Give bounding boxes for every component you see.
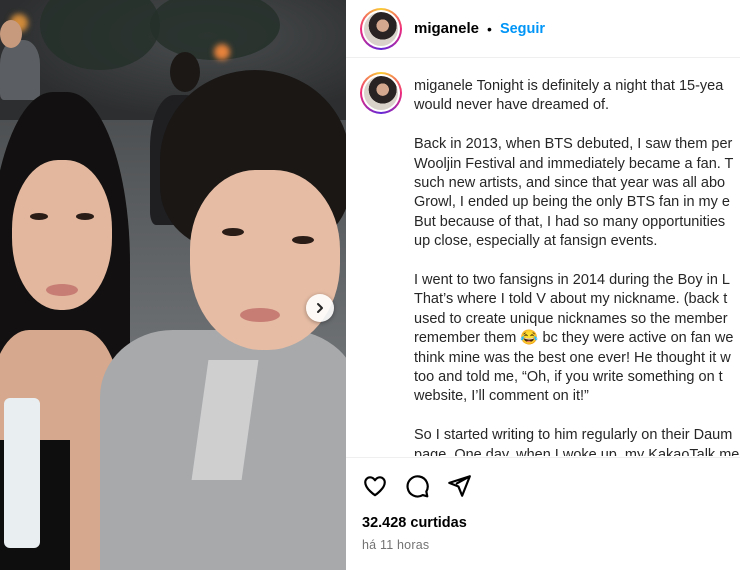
- avatar[interactable]: [360, 7, 402, 50]
- caption-line: Growl, I ended up being the only BTS fan…: [414, 194, 730, 211]
- share-icon: [448, 475, 471, 497]
- caption-line: [414, 252, 740, 271]
- username[interactable]: miganele: [414, 20, 479, 37]
- caption-line: I went to two fansigns in 2014 during th…: [414, 272, 730, 289]
- post-photo[interactable]: [0, 0, 346, 570]
- caption-line: would never have dreamed of.: [414, 97, 610, 114]
- like-count[interactable]: 32.428 curtidas: [362, 515, 467, 531]
- lips: [46, 284, 78, 296]
- share-button[interactable]: [446, 473, 472, 499]
- caption-line: [414, 407, 740, 426]
- background-head: [0, 20, 22, 48]
- caption-line: such new artists, and since that year wa…: [414, 175, 726, 192]
- background-head: [170, 52, 200, 92]
- caption-line: remember them 😂 bc they were active on f…: [414, 330, 734, 347]
- post-header: miganele • Seguir: [346, 0, 740, 58]
- caption-line: page. One day, when I woke up, my KakaoT…: [414, 446, 740, 456]
- lips: [240, 308, 280, 322]
- man-face: [190, 170, 340, 350]
- caption-line-text: Tonight is definitely a night that 15-ye…: [476, 78, 724, 94]
- caption-line: up close, especially at fansign events.: [414, 233, 658, 250]
- lamp-light: [214, 44, 230, 60]
- eye: [292, 236, 314, 244]
- caption-line: website, I’ll comment on it!”: [414, 388, 589, 405]
- post-actions: 32.428 curtidas há 11 horas: [346, 457, 740, 570]
- caption-line: too and told me, “Oh, if you write somet…: [414, 369, 723, 386]
- next-photo-button[interactable]: [306, 294, 334, 322]
- avatar-image: [364, 11, 398, 46]
- follow-button[interactable]: Seguir: [500, 21, 545, 37]
- water-bottle: [4, 398, 40, 548]
- eye: [222, 228, 244, 236]
- caption-line: Back in 2013, when BTS debuted, I saw th…: [414, 136, 733, 153]
- caption-username[interactable]: miganele: [414, 78, 473, 94]
- heart-icon: [364, 476, 386, 497]
- chevron-right-icon: [317, 303, 323, 313]
- eye: [30, 213, 48, 220]
- avatar-image: [364, 76, 398, 110]
- avatar-frame: [362, 74, 400, 112]
- caption-line: Wooljin Festival and immediately became …: [414, 155, 734, 172]
- post-timestamp[interactable]: há 11 horas: [362, 538, 429, 552]
- comment-icon: [406, 475, 429, 498]
- caption-line: So I started writing to him regularly on…: [414, 427, 733, 444]
- caption: miganele Tonight is definitely a night t…: [414, 77, 740, 456]
- post-details-panel: miganele • Seguir miganele Tonight is de…: [346, 0, 740, 570]
- caption-line: used to create unique nicknames so the m…: [414, 310, 728, 327]
- caption-line: But because of that, I had so many oppor…: [414, 213, 726, 230]
- caption-line: That’s where I told V about my nickname.…: [414, 291, 728, 308]
- caption-line: [414, 116, 740, 135]
- caption-avatar[interactable]: [360, 72, 402, 114]
- caption-scroll-area[interactable]: miganele Tonight is definitely a night t…: [346, 58, 740, 456]
- caption-line: think mine was the best one ever! He tho…: [414, 349, 731, 366]
- comment-button[interactable]: [404, 473, 430, 499]
- caption-line: miganele Tonight is definitely a night t…: [414, 77, 740, 96]
- like-button[interactable]: [362, 473, 388, 499]
- avatar-frame: [362, 9, 400, 48]
- background-person: [0, 40, 40, 100]
- separator-dot: •: [487, 20, 492, 37]
- eye: [76, 213, 94, 220]
